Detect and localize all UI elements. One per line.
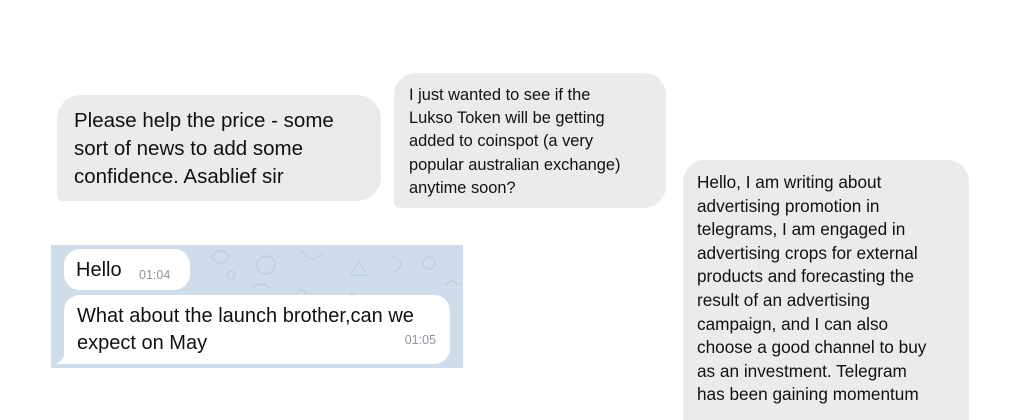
- chat-bubble-coinspot-question: I just wanted to see if the Lukso Token …: [394, 73, 666, 208]
- message-timestamp: 01:04: [139, 268, 171, 282]
- chat-bubble-advertising-pitch: Hello, I am writing about advertising pr…: [683, 160, 969, 420]
- telegram-chat-screenshot: Hello 01:04 What about the launch brothe…: [51, 245, 463, 368]
- bubble-tail-icon: [56, 349, 70, 364]
- message-timestamp: 01:05: [404, 333, 436, 347]
- telegram-message-hello: Hello 01:04: [64, 249, 190, 290]
- message-text: Please help the price - some sort of new…: [74, 109, 334, 188]
- message-text: I just wanted to see if the Lukso Token …: [409, 86, 621, 197]
- chat-bubble-price-request: Please help the price - some sort of new…: [57, 95, 381, 201]
- message-text: Hello: [76, 259, 122, 281]
- message-text: What about the launch brother,can we exp…: [77, 305, 414, 354]
- telegram-message-launch-question: What about the launch brother,can we exp…: [64, 295, 450, 364]
- message-text: Hello, I am writing about advertising pr…: [697, 172, 927, 405]
